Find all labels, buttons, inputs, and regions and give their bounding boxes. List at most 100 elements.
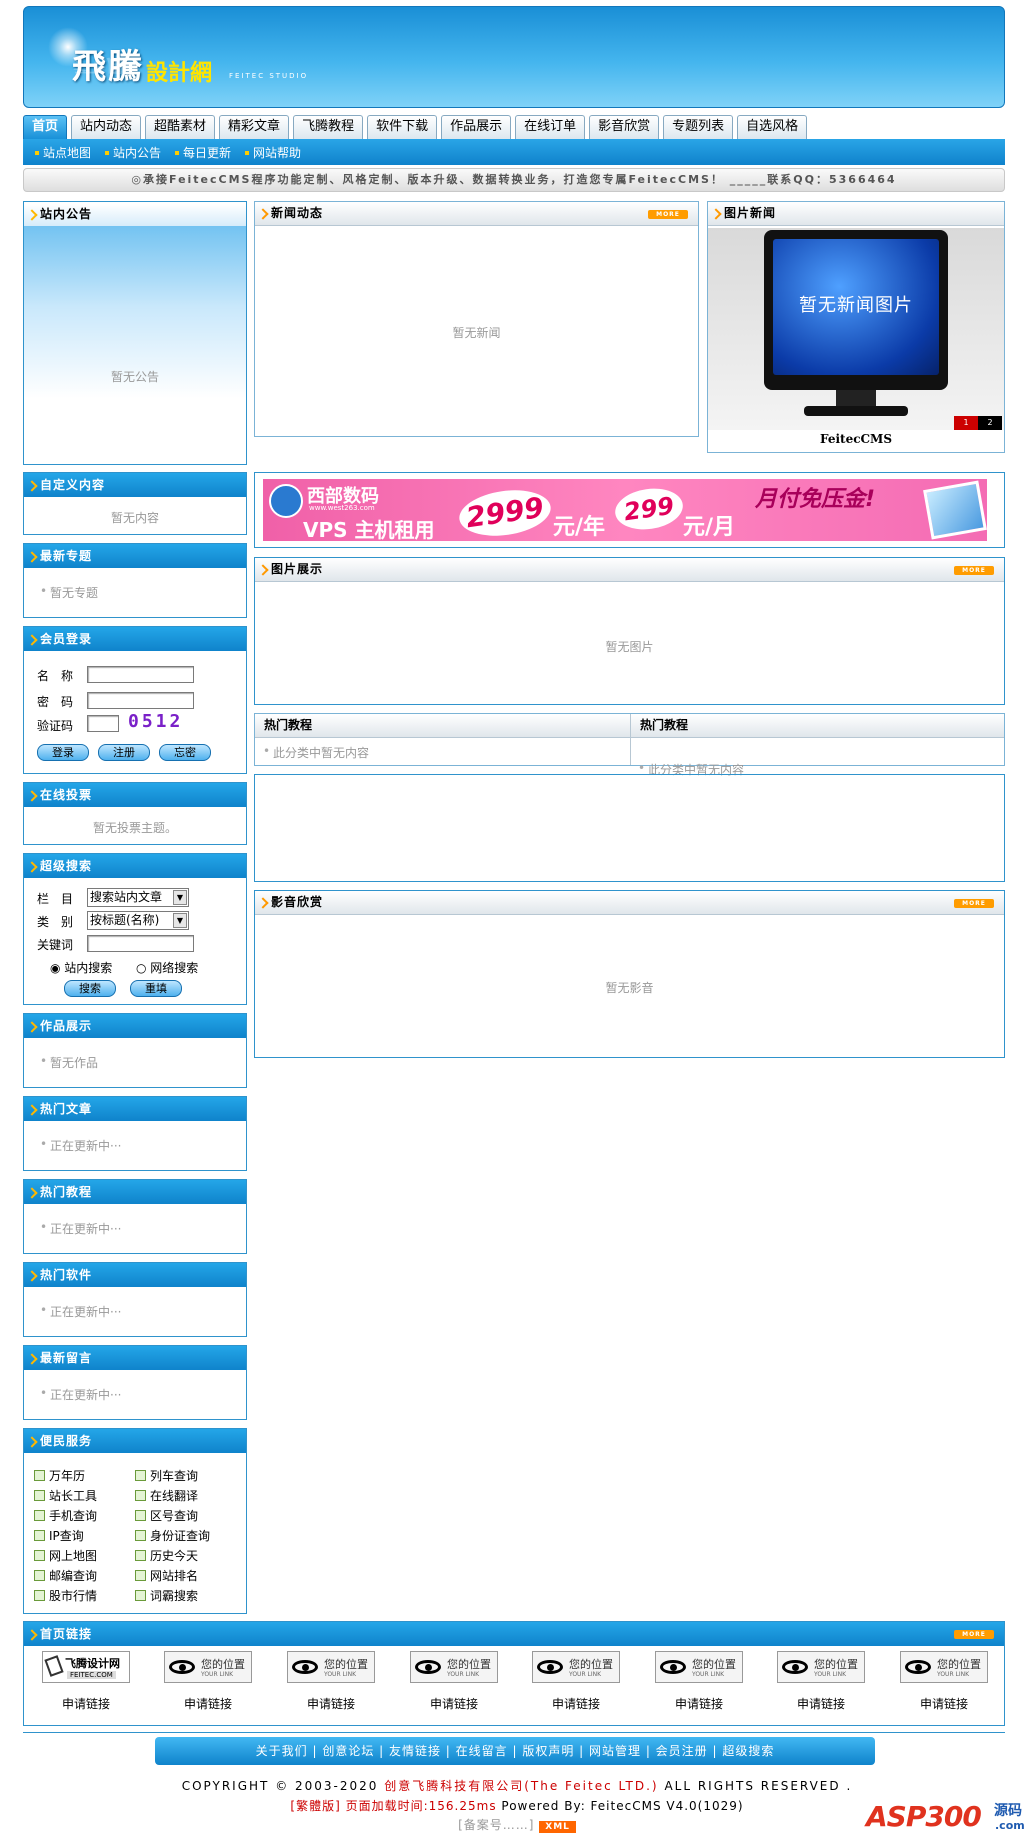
apply-link[interactable]: 申请链接	[281, 1695, 381, 1712]
tab-materials[interactable]: 超酷素材	[145, 115, 216, 139]
service-map[interactable]: 网上地图	[34, 1547, 97, 1564]
powered-by: Powered By: FeitecCMS V4.0(1029)	[501, 1799, 744, 1813]
reset-button[interactable]: 重填	[130, 980, 182, 997]
icp-number[interactable]: [备案号……]	[458, 1818, 534, 1832]
apply-link[interactable]: 申请链接	[404, 1695, 504, 1712]
link-slot[interactable]: 您的位置 YOUR LINK	[655, 1651, 743, 1683]
eye-icon	[660, 1660, 686, 1674]
subnav-daily[interactable]: 每日更新	[175, 144, 231, 161]
media-more-button[interactable]: MORE	[954, 899, 994, 908]
search-button[interactable]: 搜索	[64, 980, 116, 997]
photo-news-title: 图片新闻	[708, 202, 1004, 226]
search-column-select[interactable]: 搜索站内文章 ▼	[87, 888, 189, 907]
login-button[interactable]: 登录	[37, 744, 89, 761]
custom-empty: 暂无内容	[110, 511, 159, 525]
apply-link[interactable]: 申请链接	[894, 1695, 994, 1712]
xml-badge[interactable]: XML	[539, 1821, 576, 1833]
link-slot-en: YOUR LINK	[814, 1671, 847, 1678]
forgot-password-button[interactable]: 忘密	[159, 744, 211, 761]
tab-orders[interactable]: 在线订单	[515, 115, 586, 139]
link-slot[interactable]: 您的位置 YOUR LINK	[900, 1651, 988, 1683]
photo-news-image[interactable]: 暂无新闻图片 1 2	[708, 228, 1004, 430]
link-slot[interactable]: 您的位置 YOUR LINK	[777, 1651, 865, 1683]
tab-specials[interactable]: 专题列表	[663, 115, 734, 139]
login-title: 会员登录	[24, 627, 246, 651]
photo-page-2[interactable]: 2	[978, 416, 1002, 430]
apply-link[interactable]: 申请链接	[158, 1695, 258, 1712]
link-slot[interactable]: 您的位置 YOUR LINK	[532, 1651, 620, 1683]
apply-link[interactable]: 申请链接	[771, 1695, 871, 1712]
vote-title: 在线投票	[24, 783, 246, 807]
link-slot-text: 您的位置	[447, 1658, 491, 1671]
copyright-company[interactable]: 创意飞腾科技有限公司(The Feitec LTD.)	[384, 1779, 658, 1793]
search-type-select[interactable]: 按标题(名称) ▼	[87, 911, 189, 930]
radio-web[interactable]: ○ 网络搜索	[136, 959, 198, 976]
register-button[interactable]: 注册	[98, 744, 150, 761]
ad-monitor-icon	[923, 480, 987, 540]
traditional-link[interactable]: [繁體版]	[290, 1799, 340, 1813]
pics-title: 图片展示 MORE	[255, 558, 1004, 582]
link-slot[interactable]: 您的位置 YOUR LINK	[164, 1651, 252, 1683]
apply-link[interactable]: 申请链接	[649, 1695, 749, 1712]
tab-news[interactable]: 站内动态	[71, 115, 142, 139]
service-train[interactable]: 列车查询	[135, 1467, 198, 1484]
tab-works[interactable]: 作品展示	[441, 115, 512, 139]
search-column-label: 栏 目	[37, 892, 74, 906]
tab-home[interactable]: 首页	[23, 115, 68, 139]
service-dictionary[interactable]: 词霸搜索	[135, 1587, 198, 1604]
captcha-input[interactable]	[87, 715, 119, 732]
special-item[interactable]: 暂无专题	[34, 584, 246, 601]
radio-site[interactable]: ◉ 站内搜索	[50, 959, 112, 976]
feitec-logo-text: 飞腾设计网	[65, 1657, 120, 1670]
name-input[interactable]	[87, 666, 194, 683]
service-stocks[interactable]: 股市行情	[34, 1587, 97, 1604]
service-mobile-lookup[interactable]: 手机查询	[34, 1507, 97, 1524]
tab-tutorials[interactable]: 飞腾教程	[293, 115, 364, 139]
photo-news-caption[interactable]: FeitecCMS	[708, 432, 1004, 446]
captcha-image[interactable]: 0512	[128, 711, 183, 732]
ad-unit-year: 元/年	[553, 515, 606, 540]
service-calendar[interactable]: 万年历	[34, 1467, 85, 1484]
new-message-box: 最新留言 正在更新中···	[23, 1345, 247, 1420]
new-message-item: 正在更新中···	[34, 1386, 246, 1403]
tab-styles[interactable]: 自选风格	[737, 115, 808, 139]
link-slot[interactable]: 您的位置 YOUR LINK	[410, 1651, 498, 1683]
works-title: 作品展示	[24, 1014, 246, 1038]
tab-media[interactable]: 影音欣赏	[589, 115, 660, 139]
news-empty: 暂无新闻	[452, 326, 501, 340]
password-input[interactable]	[87, 692, 194, 709]
link-slot[interactable]: 您的位置 YOUR LINK	[287, 1651, 375, 1683]
photo-page-1[interactable]: 1	[954, 416, 978, 430]
news-more-button[interactable]: MORE	[648, 210, 688, 219]
tab-articles[interactable]: 精彩文章	[219, 115, 290, 139]
service-translate[interactable]: 在线翻译	[135, 1487, 198, 1504]
link-slot-text: 您的位置	[937, 1658, 981, 1671]
service-webmaster-tools[interactable]: 站长工具	[34, 1487, 97, 1504]
copyright: COPYRIGHT © 2003-2020 创意飞腾科技有限公司(The Fei…	[0, 1777, 1034, 1794]
logo-en: FEITEC STUDIO	[229, 72, 309, 80]
service-ip-lookup[interactable]: IP查询	[34, 1527, 84, 1544]
footer-nav[interactable]: 关于我们 | 创意论坛 | 友情链接 | 在线留言 | 版权声明 | 网站管理 …	[155, 1737, 875, 1765]
service-zipcode[interactable]: 邮编查询	[34, 1567, 97, 1584]
service-id-card[interactable]: 身份证查询	[135, 1527, 210, 1544]
pics-more-button[interactable]: MORE	[954, 566, 994, 575]
link-slot-en: YOUR LINK	[201, 1671, 234, 1678]
media-title-text: 影音欣赏	[271, 895, 324, 909]
links-more-button[interactable]: MORE	[954, 1630, 994, 1639]
eye-icon	[169, 1660, 195, 1674]
load-time: 页面加载时间:156.25ms	[340, 1799, 502, 1813]
keyword-input[interactable]	[87, 935, 194, 952]
works-item[interactable]: 暂无作品	[34, 1054, 246, 1071]
subnav-notice[interactable]: 站内公告	[105, 144, 161, 161]
link-logo-feitec[interactable]: 飞腾设计网 FEITEC.COM	[42, 1651, 130, 1683]
tab-downloads[interactable]: 软件下载	[367, 115, 438, 139]
vps-ad-banner[interactable]: 西部数码 www.west263.com VPS 主机租用 2999 元/年 2…	[263, 479, 987, 541]
subnav-sitemap[interactable]: 站点地图	[35, 144, 91, 161]
service-history-today[interactable]: 历史今天	[135, 1547, 198, 1564]
apply-link[interactable]: 申请链接	[526, 1695, 626, 1712]
service-area-code[interactable]: 区号查询	[135, 1507, 198, 1524]
apply-link[interactable]: 申请链接	[36, 1695, 136, 1712]
bullet-icon	[105, 151, 110, 155]
subnav-help[interactable]: 网站帮助	[245, 144, 301, 161]
service-site-rank[interactable]: 网站排名	[135, 1567, 198, 1584]
